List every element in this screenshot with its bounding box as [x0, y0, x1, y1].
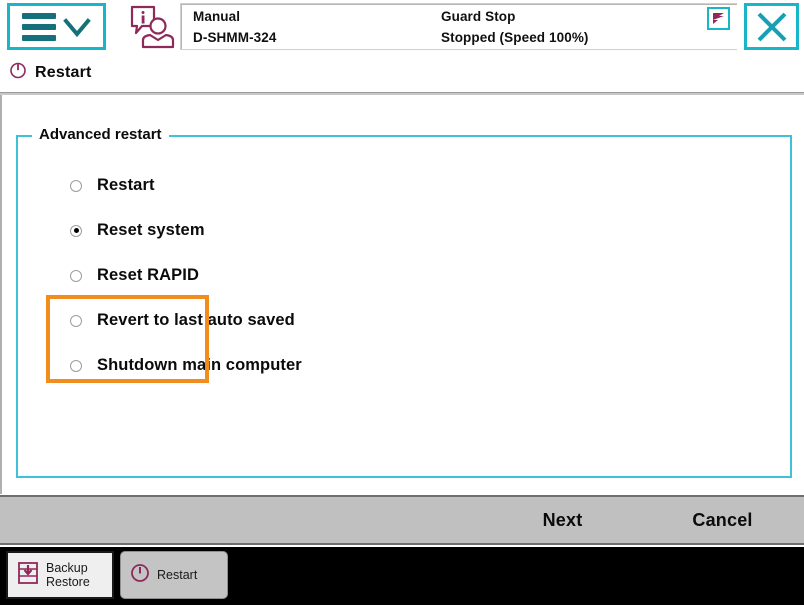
next-button[interactable]: Next [495, 497, 630, 543]
advanced-restart-group: Advanced restart Restart Reset system Re… [16, 126, 792, 478]
taskbar-item-label: Backup Restore [46, 561, 90, 589]
page-title: Restart [35, 63, 92, 81]
taskbar-item-label: Restart [157, 568, 198, 582]
radio-option-shutdown-main-computer[interactable]: Shutdown main computer [56, 343, 302, 388]
action-bar: Next Cancel [0, 495, 804, 545]
radio-indicator[interactable] [70, 359, 82, 372]
status-system-name: D-SHMM-324 [193, 30, 277, 45]
operator-info-icon[interactable] [128, 4, 176, 50]
radio-option-label: Reset system [97, 221, 205, 239]
group-legend: Advanced restart [32, 126, 169, 143]
status-panel[interactable]: Manual D-SHMM-324 Guard Stop Stopped (Sp… [180, 3, 737, 50]
radio-option-label: Revert to last auto saved [97, 311, 295, 329]
page-header: Restart [0, 56, 804, 89]
power-restart-icon [130, 563, 150, 588]
radio-indicator[interactable] [70, 314, 82, 327]
cancel-button[interactable]: Cancel [655, 497, 790, 543]
taskbar: Backup Restore Restart MECH MIND ROB_1 1… [0, 547, 804, 605]
radio-option-reset-rapid[interactable]: Reset RAPID [56, 253, 302, 298]
main-content: Advanced restart Restart Reset system Re… [0, 95, 804, 494]
status-operating-mode: Manual [193, 9, 241, 24]
radio-option-label: Restart [97, 176, 155, 194]
status-execution-speed: Stopped (Speed 100%) [441, 30, 589, 45]
status-controller-state: Guard Stop [441, 9, 516, 24]
backup-restore-icon [17, 561, 39, 590]
radio-option-label: Reset RAPID [97, 266, 199, 284]
close-button[interactable] [744, 3, 799, 50]
radio-option-restart[interactable]: Restart [56, 163, 302, 208]
taskbar-item-restart[interactable]: Restart [120, 551, 228, 599]
restart-option-list: Restart Reset system Reset RAPID Revert … [56, 163, 302, 388]
radio-option-label: Shutdown main computer [97, 356, 302, 374]
motors-off-icon[interactable] [707, 7, 730, 30]
hamburger-icon [21, 12, 56, 41]
radio-indicator[interactable] [70, 179, 82, 192]
flexpendant-screen: Manual D-SHMM-324 Guard Stop Stopped (Sp… [0, 0, 804, 605]
power-restart-icon [9, 61, 27, 84]
radio-option-reset-system[interactable]: Reset system [56, 208, 302, 253]
chevron-down-icon [62, 14, 92, 40]
taskbar-item-backup-restore[interactable]: Backup Restore [6, 551, 114, 599]
radio-indicator[interactable] [70, 224, 82, 237]
main-menu-button[interactable] [7, 3, 106, 50]
top-status-bar: Manual D-SHMM-324 Guard Stop Stopped (Sp… [0, 0, 804, 54]
close-x-icon [757, 12, 786, 41]
radio-indicator[interactable] [70, 269, 82, 282]
radio-option-revert-auto-saved[interactable]: Revert to last auto saved [56, 298, 302, 343]
